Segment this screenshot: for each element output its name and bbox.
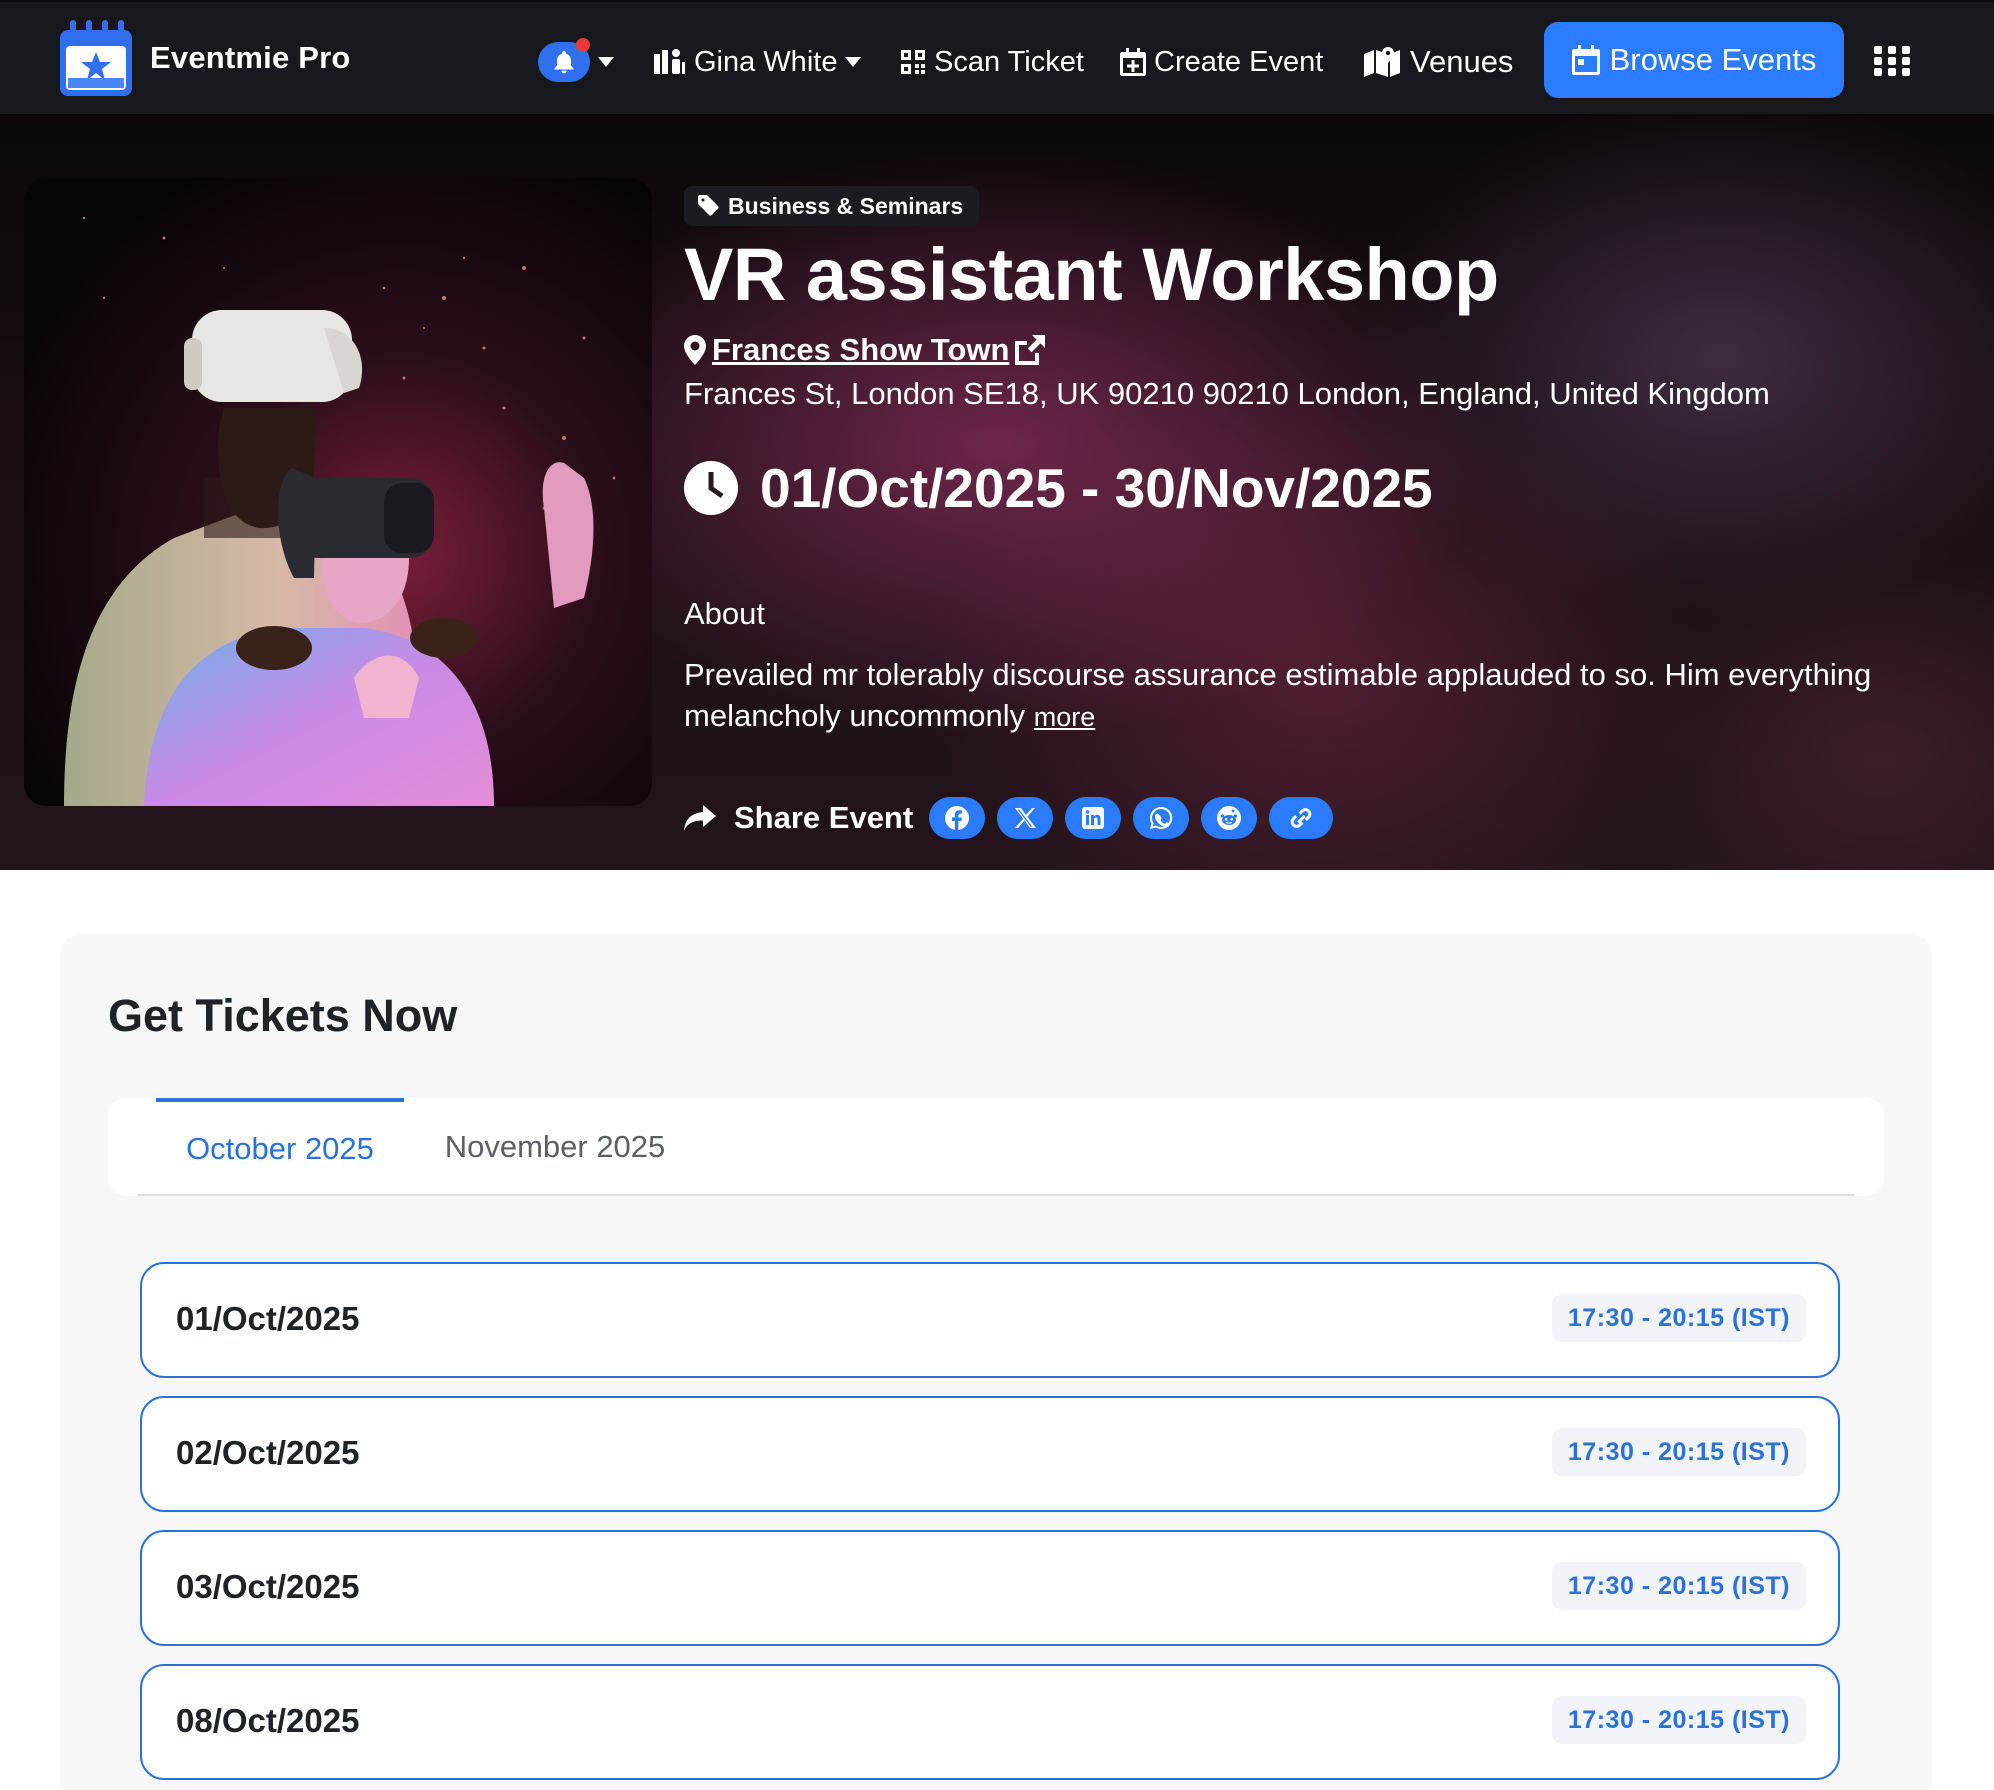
schedule-row[interactable]: 02/Oct/2025 17:30 - 20:15 (IST) [140,1396,1840,1512]
reddit-icon [1217,806,1242,830]
create-event-label: Create Event [1154,45,1324,78]
x-icon [1015,808,1037,828]
month-tabs: October 2025 November 2025 [108,1098,1884,1196]
qr-code-icon [901,50,925,74]
scan-ticket-link[interactable]: Scan Ticket [900,32,1084,92]
calendar-icon [1571,45,1600,75]
browse-events-button[interactable]: Browse Events [1544,22,1844,98]
map-pin-icon [684,335,706,365]
category-badge[interactable]: Business & Seminars [684,186,980,226]
calendar-plus-icon [1120,48,1146,76]
schedule-row[interactable]: 01/Oct/2025 17:30 - 20:15 (IST) [140,1262,1840,1378]
schedule-row[interactable]: 08/Oct/2025 17:30 - 20:15 (IST) [140,1664,1840,1780]
get-tickets-section: Get Tickets Now October 2025 November 20… [60,934,1932,1790]
event-hero: Business & Seminars VR assistant Worksho… [0,114,1994,870]
share-whatsapp-button[interactable] [1133,797,1190,839]
notifications-dropdown[interactable] [538,32,614,92]
tab-october-2025[interactable]: October 2025 [156,1098,404,1196]
bell-icon [554,51,574,74]
notification-dot [576,38,590,52]
schedule-date: 08/Oct/2025 [176,1702,360,1739]
share-linkedin-button[interactable] [1065,797,1122,839]
chevron-down-icon [598,57,614,67]
apps-grid-icon[interactable] [1872,44,1912,78]
create-event-link[interactable]: Create Event [1120,32,1323,92]
user-menu[interactable]: Gina White [652,32,862,92]
venues-link[interactable]: Venues [1364,32,1513,92]
share-x-button[interactable] [997,797,1054,839]
about-heading: About [684,596,766,631]
copy-link-button[interactable] [1269,797,1334,839]
tabs-divider [138,1194,1854,1196]
user-name: Gina White [694,45,838,78]
venue-link[interactable]: Frances Show Town [684,328,1046,372]
schedule-time-badge: 17:30 - 20:15 (IST) [1551,1294,1806,1342]
facebook-icon [945,806,970,830]
schedule-row[interactable]: 03/Oct/2025 17:30 - 20:15 (IST) [140,1530,1840,1646]
share-event-label: Share Event [684,800,913,836]
link-icon [1290,808,1312,828]
users-icon [654,49,685,74]
tag-icon [698,195,719,216]
brand[interactable]: Eventmie Pro [58,18,351,98]
event-poster-image [24,178,652,806]
chevron-down-icon [845,57,862,67]
share-event-text: Share Event [734,800,914,835]
browse-events-label: Browse Events [1609,42,1817,77]
venues-label: Venues [1410,44,1514,79]
schedule-time-badge: 17:30 - 20:15 (IST) [1551,1696,1806,1744]
about-description: Prevailed mr tolerably discourse assuran… [684,657,1872,733]
calendar-logo-icon [60,20,132,96]
whatsapp-icon [1150,806,1173,829]
vr-workshop-illustration [24,178,652,806]
tab-november-2025[interactable]: November 2025 [404,1098,706,1196]
schedule-time-badge: 17:30 - 20:15 (IST) [1551,1428,1806,1476]
share-event-row: Share Event [684,794,1345,842]
about-text: Prevailed mr tolerably discourse assuran… [684,654,1954,738]
share-reddit-button[interactable] [1201,797,1258,839]
notification-bell-button[interactable] [538,38,590,82]
event-date-range: 01/Oct/2025 - 30/Nov/2025 [684,452,1433,524]
schedule-date: 02/Oct/2025 [176,1434,360,1471]
brand-name: Eventmie Pro [150,40,351,75]
top-navbar: Eventmie Pro Gina White Scan Ticket Crea… [0,0,1994,114]
map-icon [1364,47,1400,77]
venue-name: Frances Show Town [712,332,1010,367]
category-label: Business & Seminars [728,192,964,219]
linkedin-icon [1082,807,1105,829]
clock-icon [684,461,738,515]
date-range-text: 01/Oct/2025 - 30/Nov/2025 [760,457,1433,519]
external-link-icon [1015,335,1046,365]
schedule-date: 01/Oct/2025 [176,1300,360,1337]
schedule-time-badge: 17:30 - 20:15 (IST) [1551,1562,1806,1610]
read-more-link[interactable]: more [1034,702,1096,732]
venue-address: Frances St, London SE18, UK 90210 90210 … [684,376,1770,411]
schedule-date: 03/Oct/2025 [176,1568,360,1605]
share-arrow-icon [684,805,716,831]
share-facebook-button[interactable] [929,797,986,839]
scan-ticket-label: Scan Ticket [934,45,1084,78]
event-title: VR assistant Workshop [684,233,1499,316]
tickets-title: Get Tickets Now [108,990,458,1041]
